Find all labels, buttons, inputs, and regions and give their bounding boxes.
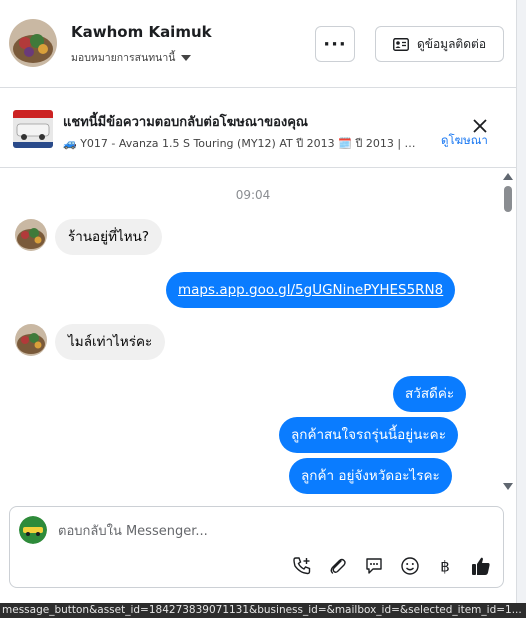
contact-name[interactable]: Kawhom Kaimuk bbox=[71, 23, 212, 41]
assign-conversation-dropdown[interactable]: มอบหมายการสนทนานี้ bbox=[71, 49, 192, 66]
phone-plus-icon[interactable] bbox=[291, 555, 313, 577]
ad-banner-subtitle: 🚙 Y017 - Avanza 1.5 S Touring (MY12) AT … bbox=[63, 137, 428, 150]
thumbs-up-icon[interactable] bbox=[470, 555, 492, 577]
saved-reply-icon[interactable] bbox=[363, 555, 385, 577]
outgoing-message: ลูกค้า อยู่จังหวัดอะไรคะ bbox=[289, 458, 452, 494]
scroll-down-arrow[interactable] bbox=[503, 483, 513, 490]
scrollbar-thumb[interactable] bbox=[504, 186, 512, 212]
reply-input[interactable] bbox=[58, 520, 478, 542]
outgoing-message-link[interactable]: maps.app.goo.gl/5gUGNinePYHES5RN8 bbox=[166, 272, 456, 308]
page-avatar bbox=[19, 516, 47, 544]
view-ad-link[interactable]: ดูโฆษณา bbox=[441, 132, 488, 150]
incoming-message: ร้านอยู่ที่ไหน? bbox=[55, 219, 163, 255]
contact-avatar-small[interactable] bbox=[15, 219, 47, 251]
message-composer: ฿ bbox=[9, 506, 504, 588]
message-thread[interactable]: 09:04 ร้านอยู่ที่ไหน? maps.app.goo.gl/5g… bbox=[0, 169, 500, 496]
svg-text:฿: ฿ bbox=[440, 558, 450, 576]
contact-card-icon bbox=[393, 37, 409, 51]
incoming-message: ไมล์เท่าไหร่คะ bbox=[55, 324, 166, 360]
message-timestamp: 09:04 bbox=[235, 188, 271, 202]
baht-icon[interactable]: ฿ bbox=[434, 555, 456, 577]
view-contact-info-button[interactable]: ดูข้อมูลติดต่อ bbox=[375, 26, 504, 62]
assign-label: มอบหมายการสนทนานี้ bbox=[71, 52, 176, 64]
contact-avatar-small[interactable] bbox=[15, 324, 47, 356]
conversation-header: Kawhom Kaimuk มอบหมายการสนทนานี้ ··· ดูข… bbox=[0, 0, 516, 88]
ad-thumbnail[interactable] bbox=[13, 110, 53, 148]
more-options-button[interactable]: ··· bbox=[315, 26, 355, 62]
emoji-icon[interactable] bbox=[399, 555, 421, 577]
scroll-up-arrow[interactable] bbox=[503, 173, 513, 180]
paperclip-icon[interactable] bbox=[327, 555, 349, 577]
status-bar-url: message_button&asset_id=184273839071131&… bbox=[0, 603, 526, 618]
contact-info-label: ดูข้อมูลติดต่อ bbox=[416, 36, 487, 51]
ad-reply-banner: แชทนี้มีข้อความตอบกลับต่อโฆษณาของคุณ 🚙 Y… bbox=[0, 88, 516, 168]
more-icon: ··· bbox=[323, 33, 347, 55]
outgoing-message: สวัสดีค่ะ bbox=[393, 376, 467, 412]
contact-avatar[interactable] bbox=[9, 19, 57, 67]
outgoing-message: ลูกค้าสนใจรถรุ่นนี้อยู่นะคะ bbox=[279, 417, 458, 453]
ad-banner-title: แชทนี้มีข้อความตอบกลับต่อโฆษณาของคุณ bbox=[63, 115, 308, 130]
window-edge bbox=[516, 0, 526, 618]
chevron-down-icon bbox=[181, 54, 192, 61]
